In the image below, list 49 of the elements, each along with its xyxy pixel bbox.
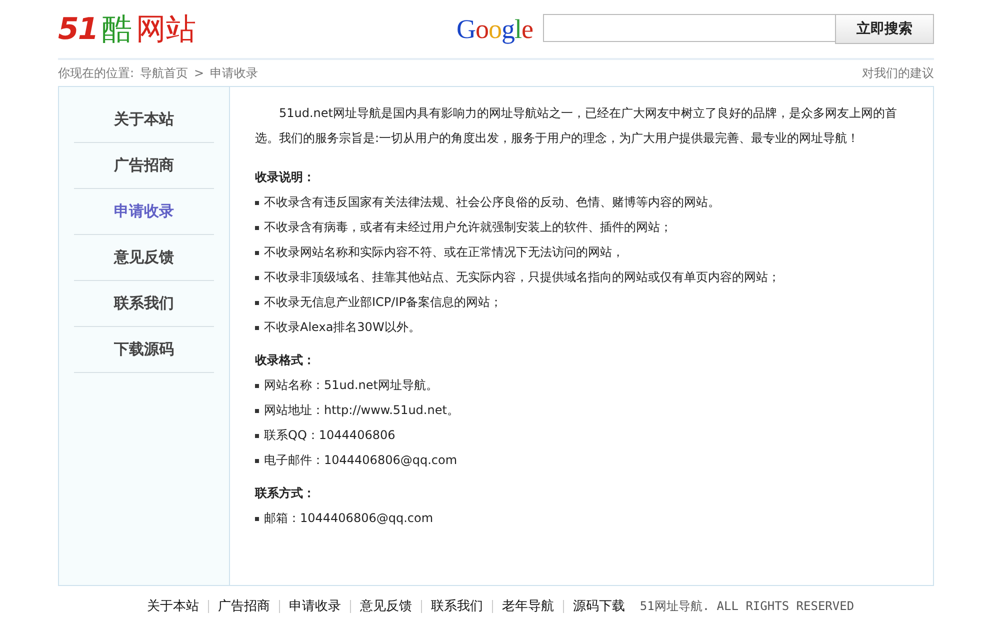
bullet-icon	[255, 200, 259, 204]
breadcrumb-label: 你现在的位置:	[58, 65, 134, 81]
bullet-icon	[255, 276, 259, 280]
footer-link[interactable]: 关于本站	[138, 600, 208, 613]
footer-link[interactable]: 申请收录	[278, 600, 350, 613]
bullet-icon	[255, 326, 259, 330]
list-item: 不收录非顶级域名、挂靠其他站点、无实际内容，只提供域名指向的网站或仅有单页内容的网站；	[264, 269, 780, 286]
list-item: 不收录网站名称和实际内容不符、或在正常情况下无法访问的网站，	[264, 244, 624, 261]
sidebar-item[interactable]: 下载源码	[74, 327, 214, 373]
list-item: 网站名称：51ud.net网址导航。	[264, 377, 438, 394]
bullet-icon	[255, 434, 259, 438]
bullet-icon	[255, 408, 259, 412]
footer-link[interactable]: 源码下载	[562, 600, 634, 613]
search-field[interactable]	[543, 14, 835, 42]
sidebar-item[interactable]: 意见反馈	[74, 235, 214, 281]
breadcrumb-link[interactable]: 导航首页	[140, 65, 188, 81]
sidebar-item[interactable]: 关于本站	[74, 97, 214, 143]
list-item: 不收录无信息产业部ICP/IP备案信息的网站；	[264, 294, 502, 311]
breadcrumb-separator: >	[194, 65, 204, 81]
site-logo[interactable]: 51 酷 网站	[58, 8, 196, 50]
feedback-link[interactable]: 对我们的建议	[862, 65, 934, 81]
list-item: 邮箱：1044406806@qq.com	[264, 510, 434, 527]
intro-paragraph: 51ud.net网址导航是国内具有影响力的网址导航站之一，已经在广大网友中树立了良好的品牌，是众多网友上网的首选。我们的服务宗旨是:一切从用户的角度出发，服务于用户的理念，为广大用户提供最完善、最专业的网址导航！	[255, 105, 898, 147]
footer-link[interactable]: 老年导航	[492, 600, 563, 613]
footer-link[interactable]: 广告招商	[208, 600, 279, 613]
list-item: 联系QQ：1044406806	[264, 427, 396, 444]
sidebar-item[interactable]: 申请收录	[74, 189, 214, 235]
list-item: 网站地址：http://www.51ud.net。	[264, 402, 459, 419]
bullet-icon	[255, 458, 259, 462]
copyright-text: 51网址导航. ALL RIGHTS RESERVED	[638, 598, 854, 615]
list-item: 电子邮件：1044406806@qq.com	[264, 452, 458, 469]
sidebar-item[interactable]: 联系我们	[74, 281, 214, 327]
section-heading: 收录说明：	[255, 169, 316, 186]
sidebar-item[interactable]: 广告招商	[74, 143, 214, 189]
section-heading: 联系方式：	[255, 485, 316, 502]
search-button[interactable]: 立即搜索	[835, 14, 934, 44]
section-heading: 收录格式：	[255, 352, 316, 369]
google-logo: Google	[456, 14, 533, 44]
bullet-icon	[255, 516, 259, 520]
footer-link[interactable]: 意见反馈	[350, 600, 421, 613]
footer-link[interactable]: 联系我们	[420, 600, 492, 613]
bullet-icon	[255, 384, 259, 388]
bullet-icon	[255, 300, 259, 304]
bullet-icon	[255, 226, 259, 230]
breadcrumb-link[interactable]: 申请收录	[210, 65, 258, 81]
list-item: 不收录Alexa排名30W以外。	[264, 319, 420, 336]
list-item: 不收录含有违反国家有关法律法规、社会公序良俗的反动、色情、赌博等内容的网站。	[264, 194, 720, 211]
list-item: 不收录含有病毒，或者有未经过用户允许就强制安装上的软件、插件的网站；	[264, 219, 672, 236]
bullet-icon	[255, 250, 259, 254]
